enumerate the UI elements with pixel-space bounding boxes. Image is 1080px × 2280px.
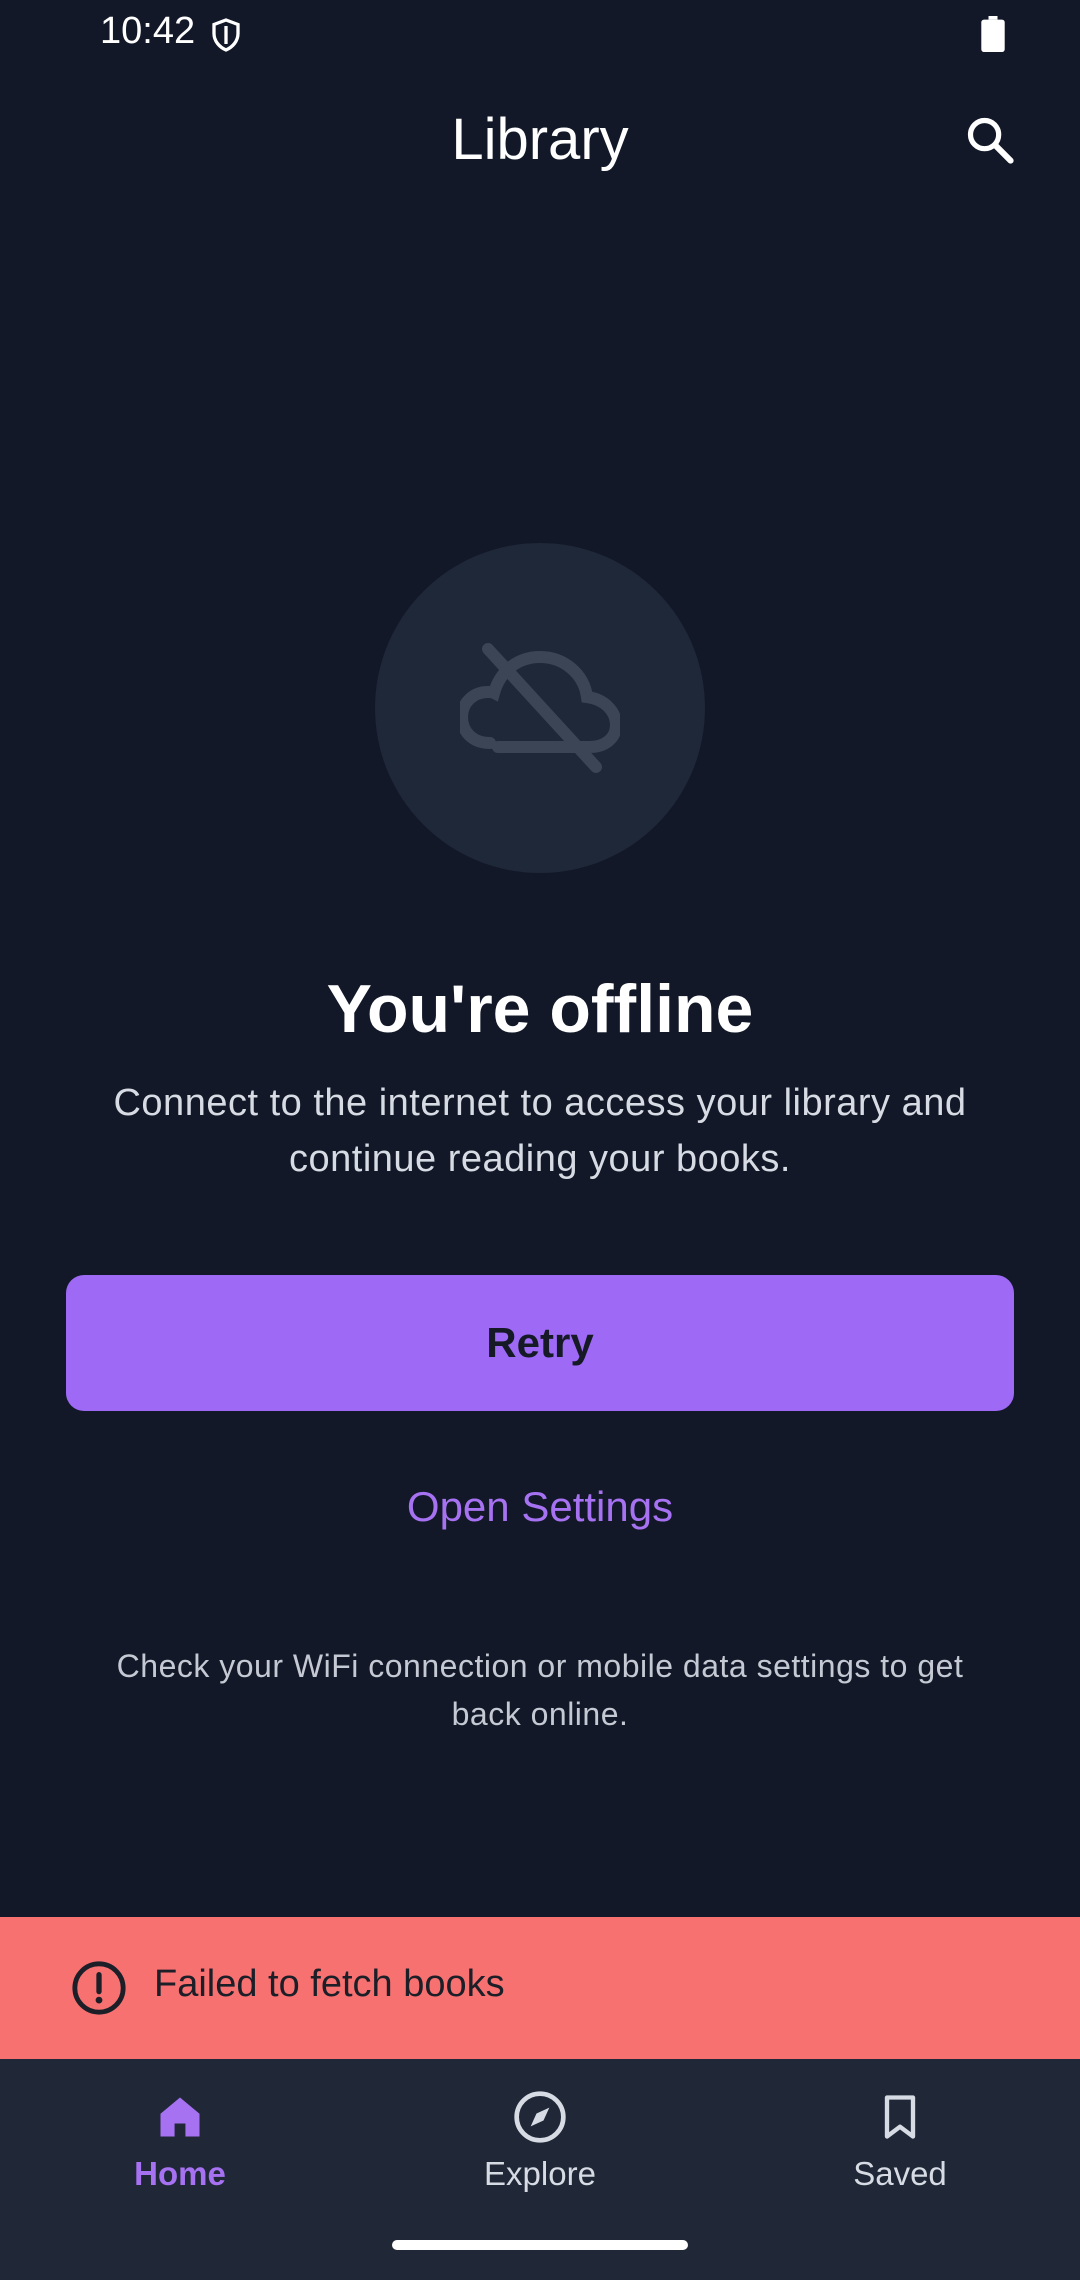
status-bar: 10:42	[0, 0, 1080, 70]
offline-title: You're offline	[326, 971, 754, 1047]
connection-hint: Check your WiFi connection or mobile dat…	[116, 1648, 964, 1732]
page-title: Library	[451, 107, 629, 172]
status-time: 10:42	[100, 10, 196, 52]
search-button[interactable]	[960, 110, 1020, 170]
home-indicator[interactable]	[392, 2240, 688, 2250]
app-bar: Library	[0, 70, 1080, 210]
battery-icon	[981, 16, 1005, 52]
cloud-off-icon	[460, 643, 620, 773]
nav-label-saved: Saved	[853, 2155, 947, 2192]
offline-description: Connect to the internet to access your l…	[113, 1082, 967, 1180]
error-message: Failed to fetch books	[154, 1963, 505, 2005]
error-banner: Failed to fetch books	[0, 1917, 1080, 2059]
error-circle-icon	[72, 1961, 126, 2015]
nav-item-explore[interactable]: Explore	[420, 2087, 660, 2227]
open-settings-link[interactable]: Open Settings	[0, 1483, 1080, 1531]
nav-label-home: Home	[134, 2155, 226, 2192]
nav-label-explore: Explore	[484, 2155, 596, 2192]
shield-icon	[212, 18, 240, 52]
home-icon	[150, 2087, 210, 2147]
nav-item-home[interactable]: Home	[60, 2087, 300, 2227]
retry-button[interactable]: Retry	[66, 1275, 1014, 1411]
bookmark-icon	[870, 2087, 930, 2147]
search-icon	[967, 117, 1014, 164]
offline-illustration	[375, 543, 705, 873]
compass-icon	[510, 2087, 570, 2147]
nav-item-saved[interactable]: Saved	[780, 2087, 1020, 2227]
